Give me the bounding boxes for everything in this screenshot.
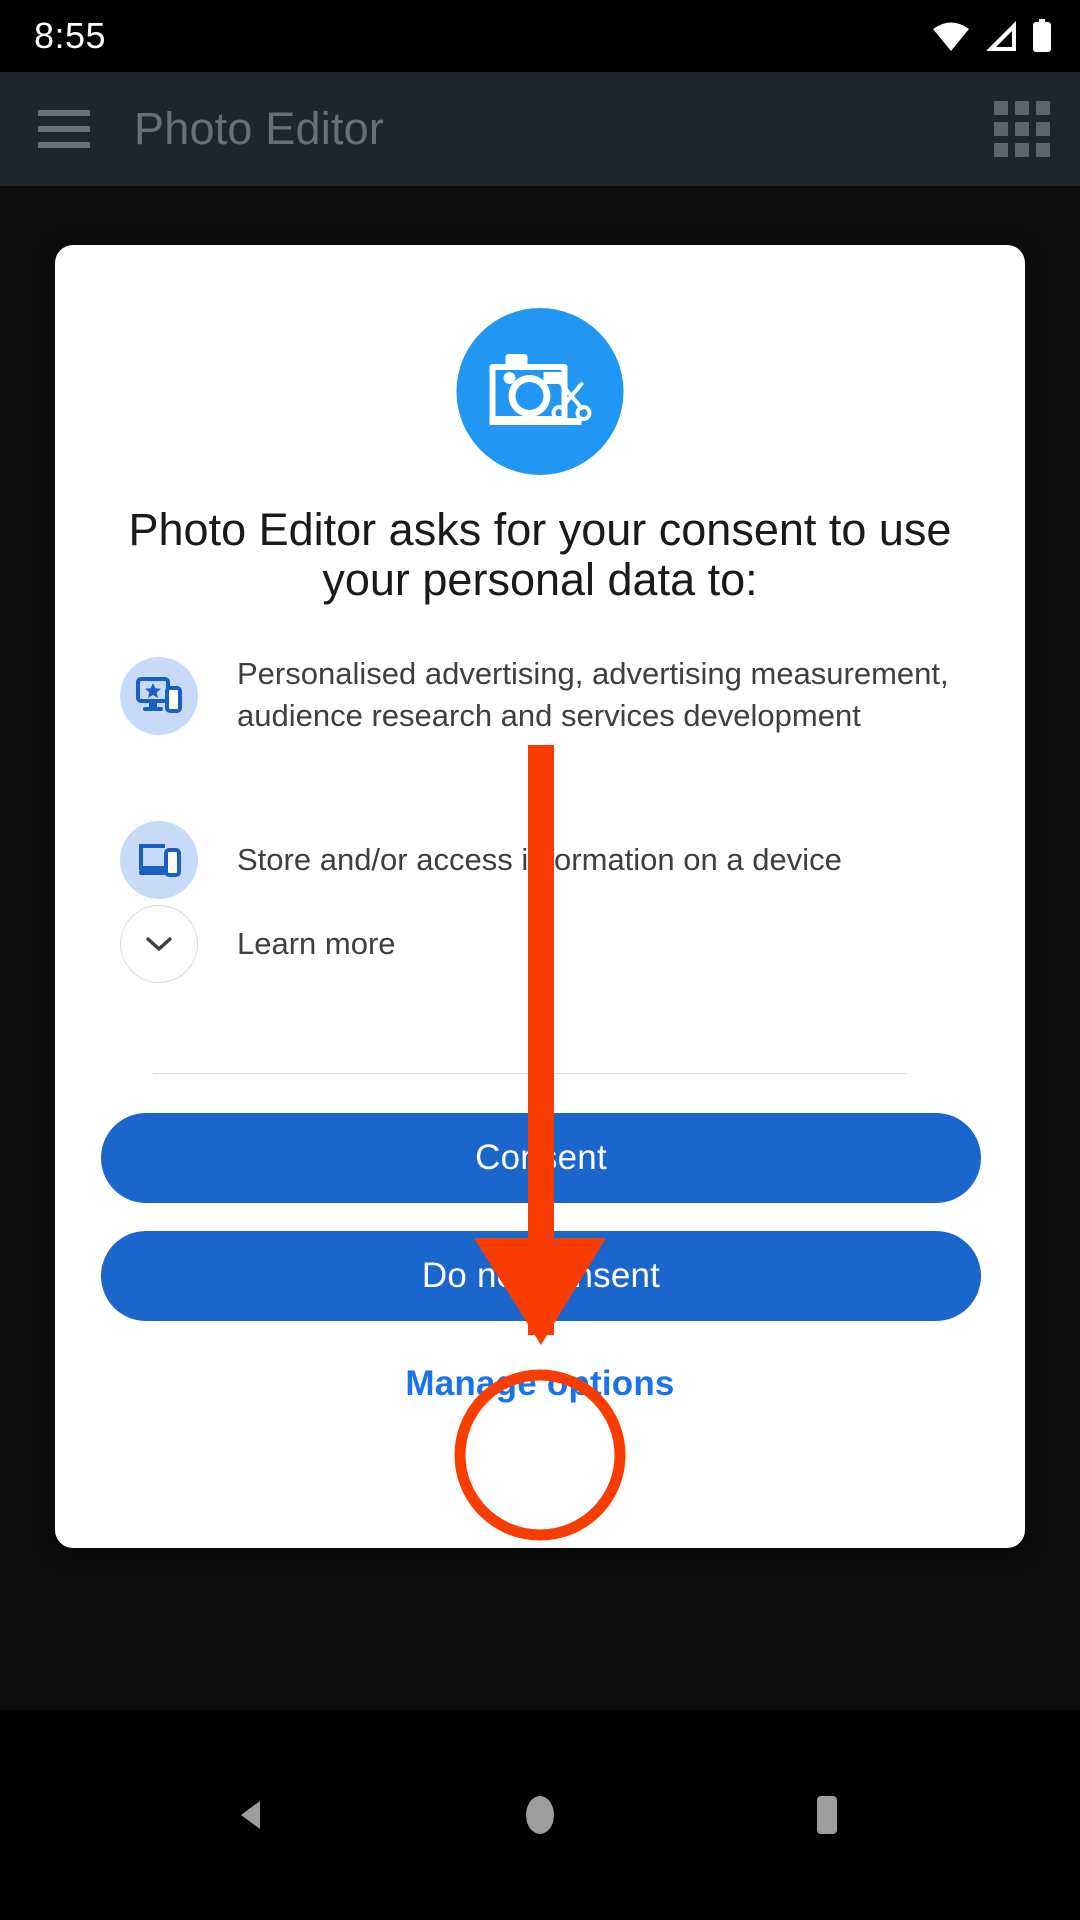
system-navigation-bar: [0, 1710, 1080, 1920]
apps-grid-icon[interactable]: [994, 101, 1050, 157]
manage-options-link[interactable]: Manage options: [55, 1364, 1025, 1404]
grid-cell: [1015, 143, 1029, 157]
learn-more-label: Learn more: [237, 926, 396, 961]
status-icons: [932, 19, 1052, 53]
dialog-title: Photo Editor asks for your consent to us…: [128, 504, 952, 606]
app-bar-title: Photo Editor: [134, 103, 385, 154]
hamburger-menu-icon[interactable]: [38, 110, 90, 148]
grid-cell: [1015, 122, 1029, 136]
grid-cell: [1015, 101, 1029, 115]
purpose-item: Personalised advertising, advertising me…: [120, 651, 965, 737]
cellular-signal-icon: [986, 21, 1016, 51]
grid-cell: [1036, 101, 1050, 115]
back-triangle-icon[interactable]: [193, 1755, 313, 1875]
purpose-text: Store and/or access information on a dev…: [237, 842, 842, 878]
device-storage-icon: [120, 821, 198, 899]
phone-screen: 8:55 Photo Editor Photo Editor asks for …: [0, 0, 1080, 1920]
grid-cell: [994, 143, 1008, 157]
wifi-icon: [933, 22, 969, 51]
grid-cell: [1036, 122, 1050, 136]
do-not-consent-button[interactable]: Do not consent: [101, 1231, 981, 1321]
home-circle-icon[interactable]: [480, 1755, 600, 1875]
learn-more-row[interactable]: Learn more: [120, 905, 396, 983]
camera-scissors-app-icon: [456, 308, 624, 475]
recents-square-icon[interactable]: [767, 1755, 887, 1875]
divider: [153, 1073, 906, 1074]
status-bar: 8:55: [0, 0, 1080, 72]
app-bar: Photo Editor: [0, 72, 1080, 186]
personalised-ads-icon: [120, 657, 198, 735]
status-clock: 8:55: [34, 15, 107, 56]
grid-cell: [1036, 143, 1050, 157]
consent-dialog: Photo Editor asks for your consent to us…: [55, 245, 1025, 1548]
chevron-down-icon[interactable]: [120, 905, 198, 983]
grid-cell: [994, 101, 1008, 115]
hamburger-line: [38, 142, 90, 148]
hamburger-line: [38, 126, 90, 132]
purpose-item: Store and/or access information on a dev…: [120, 821, 965, 899]
hamburger-line: [38, 110, 90, 116]
purpose-text: Personalised advertising, advertising me…: [237, 656, 949, 733]
grid-cell: [994, 122, 1008, 136]
battery-icon: [1033, 19, 1051, 52]
consent-button[interactable]: Consent: [101, 1113, 981, 1203]
